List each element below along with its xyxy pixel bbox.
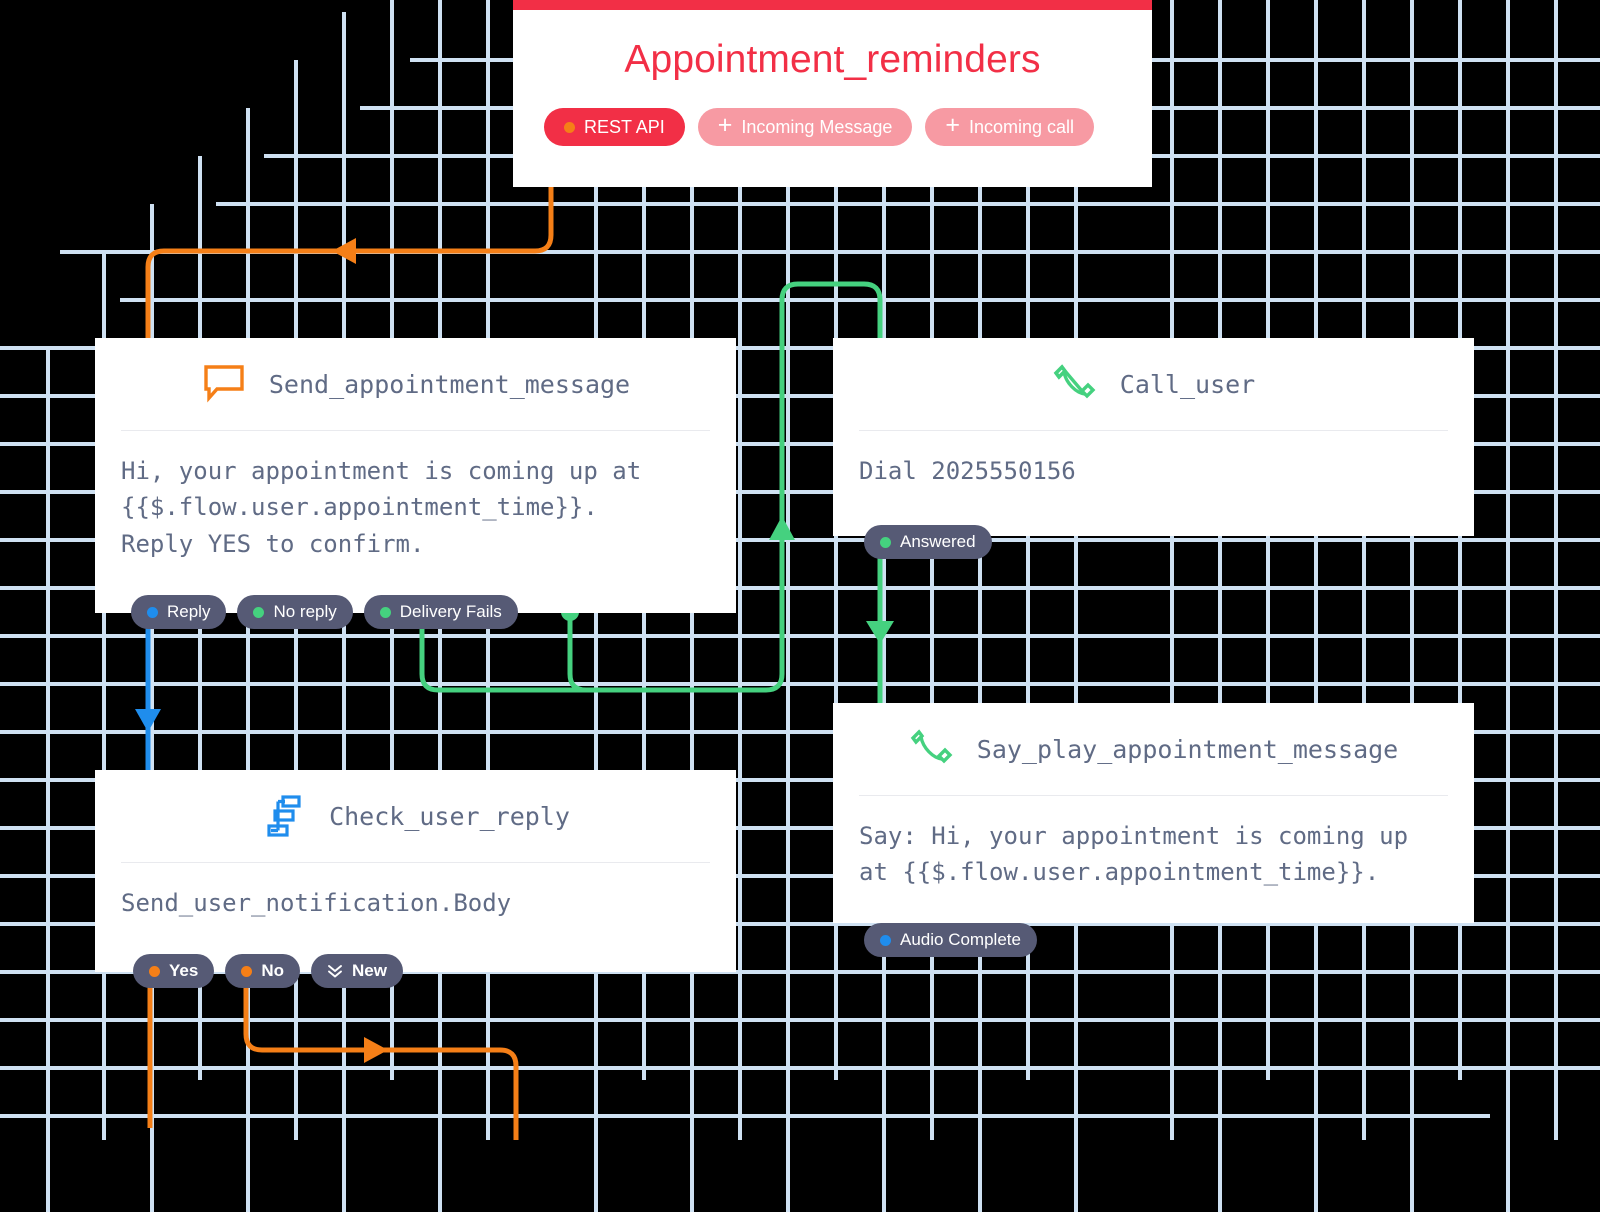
phone-icon <box>909 726 955 772</box>
status-dot-icon <box>880 934 891 946</box>
output-pill-new[interactable]: New <box>310 954 403 988</box>
output-pill-answered[interactable]: Answered <box>864 525 992 559</box>
output-pill-no[interactable]: No <box>225 954 300 988</box>
node-body-text: Send_user_notification.Body <box>121 889 512 917</box>
output-pill-audio-complete[interactable]: Audio Complete <box>864 923 1037 957</box>
node-check-user-reply[interactable]: Check_user_reply Send_user_notification.… <box>95 770 736 972</box>
output-pill-label: New <box>351 961 387 980</box>
output-pill-label: Reply <box>167 602 211 621</box>
output-pill-label: Audio Complete <box>900 930 1021 949</box>
plus-icon: + <box>717 111 733 139</box>
node-say-play-appointment-message[interactable]: Say_play_appointment_message Say: Hi, yo… <box>833 703 1474 923</box>
output-pill-label: Delivery Fails <box>399 602 502 621</box>
output-pill-no-reply[interactable]: No reply <box>237 595 353 629</box>
output-pill-label: No <box>261 961 284 980</box>
trigger-incoming-call-label: Incoming call <box>969 116 1075 137</box>
output-pills-check-user-reply: Yes No New <box>133 954 403 988</box>
node-title: Send_appointment_message <box>268 369 631 399</box>
node-body-text: Dial 2025550156 <box>859 457 1076 485</box>
chat-bubble-icon <box>201 361 247 407</box>
trigger-incoming-message-button[interactable]: + Incoming Message <box>697 108 913 146</box>
trigger-incoming-call-button[interactable]: + Incoming call <box>925 108 1095 146</box>
node-title: Say_play_appointment_message <box>976 734 1399 764</box>
output-pill-label: Yes <box>169 961 199 980</box>
trigger-card[interactable]: Appointment_reminders REST API + Incomin… <box>513 0 1152 187</box>
node-title: Check_user_reply <box>329 801 570 831</box>
trigger-incoming-message-label: Incoming Message <box>741 116 893 137</box>
output-pill-label: Answered <box>900 532 976 551</box>
dot-icon <box>564 121 575 133</box>
trigger-pill-row: REST API + Incoming Message + Incoming c… <box>513 82 1152 146</box>
status-dot-icon <box>253 606 265 618</box>
status-dot-icon <box>149 965 160 977</box>
split-branch-icon <box>261 793 307 839</box>
output-pill-yes[interactable]: Yes <box>133 954 215 988</box>
node-header: Check_user_reply <box>95 770 736 862</box>
status-dot-icon <box>880 536 891 548</box>
flow-title: Appointment_reminders <box>624 38 1041 81</box>
status-dot-icon <box>147 606 158 618</box>
flow-canvas[interactable]: Appointment_reminders REST API + Incomin… <box>0 0 1600 1212</box>
node-header: Call_user <box>833 338 1474 430</box>
output-pills-send-appointment-message: Reply No reply Delivery Fails <box>131 595 518 629</box>
node-send-appointment-message[interactable]: Send_appointment_message Hi, your appoin… <box>95 338 736 613</box>
output-pill-label: No reply <box>273 602 337 621</box>
plus-icon: + <box>945 111 960 139</box>
status-dot-icon <box>379 606 391 618</box>
trigger-rest-api-button[interactable]: REST API <box>544 108 685 146</box>
output-pill-reply[interactable]: Reply <box>131 595 227 629</box>
phone-icon <box>1052 361 1098 407</box>
node-header: Send_appointment_message <box>95 338 736 430</box>
output-pills-say-play-appointment-message: Audio Complete <box>864 923 1037 957</box>
output-pills-call-user: Answered <box>864 525 992 559</box>
trigger-accent-bar <box>513 0 1152 10</box>
node-header: Say_play_appointment_message <box>833 703 1474 795</box>
node-body-text: Hi, your appointment is coming up at {{$… <box>121 457 642 558</box>
status-dot-icon <box>241 965 253 977</box>
output-pill-delivery-fails[interactable]: Delivery Fails <box>363 595 518 629</box>
node-body-text: Say: Hi, your appointment is coming up a… <box>859 822 1409 887</box>
node-title: Call_user <box>1119 369 1256 399</box>
trigger-rest-api-label: REST API <box>584 116 665 137</box>
node-call-user[interactable]: Call_user Dial 2025550156 <box>833 338 1474 536</box>
double-chevron-down-icon <box>327 963 343 979</box>
